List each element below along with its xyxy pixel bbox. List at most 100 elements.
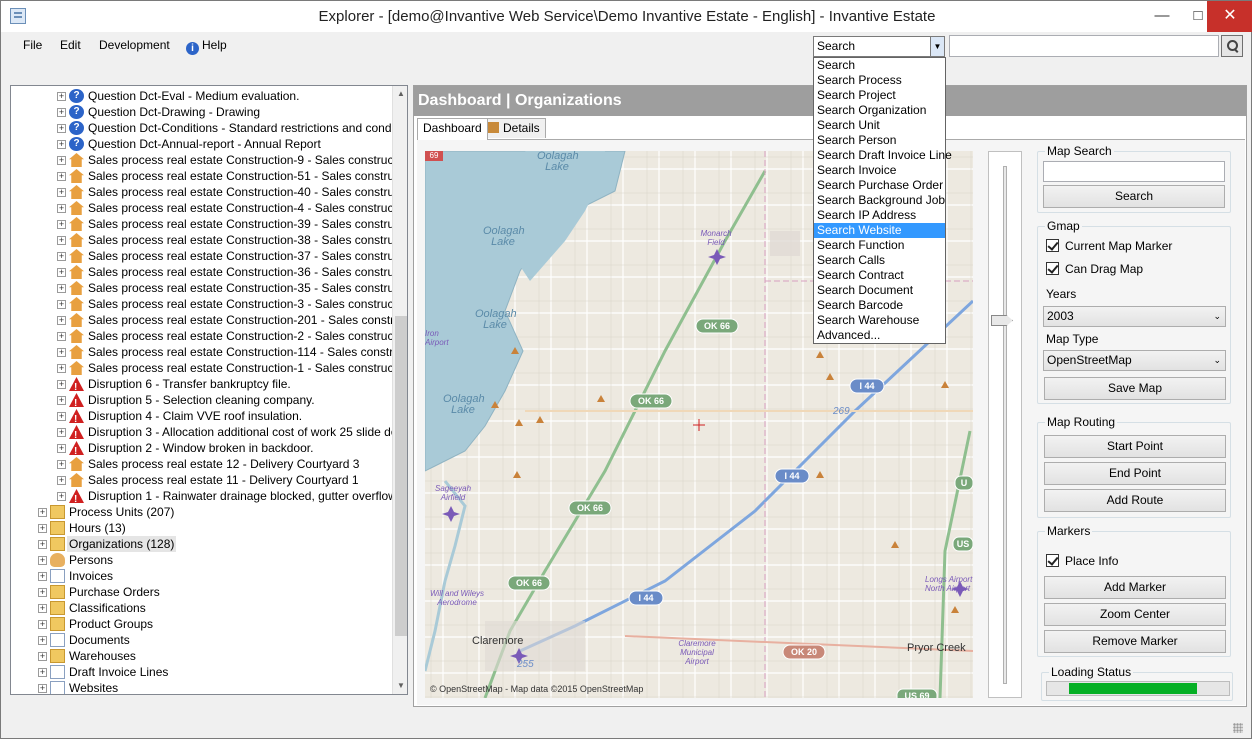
dropdown-option[interactable]: Search Barcode bbox=[814, 298, 945, 313]
scroll-up-icon[interactable]: ▲ bbox=[393, 86, 407, 102]
resize-grip-icon[interactable] bbox=[1233, 723, 1243, 733]
expand-icon[interactable]: + bbox=[57, 220, 66, 229]
expand-icon[interactable]: + bbox=[57, 284, 66, 293]
minimize-button[interactable]: — bbox=[1144, 1, 1180, 32]
dropdown-option[interactable]: Search Organization bbox=[814, 103, 945, 118]
dropdown-option[interactable]: Search Project bbox=[814, 88, 945, 103]
dropdown-option[interactable]: Search Function bbox=[814, 238, 945, 253]
add-marker-button[interactable]: Add Marker bbox=[1044, 576, 1226, 599]
expand-icon[interactable]: + bbox=[38, 572, 47, 581]
expand-icon[interactable]: + bbox=[57, 316, 66, 325]
expand-icon[interactable]: + bbox=[57, 156, 66, 165]
dropdown-option[interactable]: Search Person bbox=[814, 133, 945, 148]
map-search-input[interactable] bbox=[1043, 161, 1225, 182]
zoom-center-button[interactable]: Zoom Center bbox=[1044, 603, 1226, 626]
folder-icon bbox=[50, 505, 65, 519]
expand-icon[interactable]: + bbox=[57, 332, 66, 341]
tree-item-label: Documents bbox=[69, 633, 130, 647]
dropdown-option[interactable]: Search Draft Invoice Line bbox=[814, 148, 952, 163]
menu-development[interactable]: Development bbox=[99, 38, 170, 52]
expand-icon[interactable]: + bbox=[57, 124, 66, 133]
scroll-down-icon[interactable]: ▼ bbox=[393, 678, 407, 694]
expand-icon[interactable]: + bbox=[38, 620, 47, 629]
menu-file[interactable]: File bbox=[23, 38, 42, 52]
house-icon bbox=[69, 457, 84, 471]
remove-marker-button[interactable]: Remove Marker bbox=[1044, 630, 1226, 653]
dropdown-option[interactable]: Search Process bbox=[814, 73, 945, 88]
expand-icon[interactable]: + bbox=[38, 668, 47, 677]
chevron-down-icon[interactable]: ▼ bbox=[930, 37, 944, 56]
expand-icon[interactable]: + bbox=[57, 92, 66, 101]
menu-edit[interactable]: Edit bbox=[60, 38, 81, 52]
map-route-number: 269 bbox=[833, 406, 850, 417]
expand-icon[interactable]: + bbox=[38, 540, 47, 549]
menu-help[interactable]: i Help bbox=[186, 38, 227, 55]
expand-icon[interactable]: + bbox=[57, 140, 66, 149]
expand-icon[interactable]: + bbox=[57, 204, 66, 213]
expand-icon[interactable]: + bbox=[57, 412, 66, 421]
search-icon[interactable] bbox=[1221, 35, 1243, 57]
expand-icon[interactable]: + bbox=[57, 428, 66, 437]
expand-icon[interactable]: + bbox=[38, 508, 47, 517]
map-search-button[interactable]: Search bbox=[1043, 185, 1225, 208]
dropdown-option[interactable]: Search Document bbox=[814, 283, 945, 298]
dropdown-option[interactable]: Search IP Address bbox=[814, 208, 945, 223]
dropdown-option[interactable]: Advanced... bbox=[814, 328, 945, 343]
expand-icon[interactable]: + bbox=[57, 300, 66, 309]
expand-icon[interactable]: + bbox=[38, 556, 47, 565]
details-icon bbox=[487, 122, 499, 133]
add-route-button[interactable]: Add Route bbox=[1044, 489, 1226, 512]
zoom-handle[interactable] bbox=[991, 315, 1013, 326]
zoom-slider[interactable] bbox=[988, 151, 1022, 698]
expand-icon[interactable]: + bbox=[57, 460, 66, 469]
expand-icon[interactable]: + bbox=[38, 636, 47, 645]
place-info-checkbox[interactable]: Place Info bbox=[1046, 554, 1118, 568]
expand-icon[interactable]: + bbox=[57, 252, 66, 261]
dropdown-option[interactable]: Search Contract bbox=[814, 268, 945, 283]
expand-icon[interactable]: + bbox=[57, 188, 66, 197]
dropdown-option[interactable]: Search bbox=[814, 58, 945, 73]
checkbox-checked-icon[interactable] bbox=[1046, 262, 1059, 275]
expand-icon[interactable]: + bbox=[38, 652, 47, 661]
close-button[interactable]: ✕ bbox=[1207, 1, 1252, 32]
dropdown-option[interactable]: Search Purchase Order bbox=[814, 178, 945, 193]
dropdown-option[interactable]: Search Warehouse bbox=[814, 313, 945, 328]
expand-icon[interactable]: + bbox=[57, 492, 66, 501]
expand-icon[interactable]: + bbox=[57, 172, 66, 181]
checkbox-checked-icon[interactable] bbox=[1046, 554, 1059, 567]
tree-vertical-scrollbar[interactable]: ▲ ▼ bbox=[392, 86, 407, 694]
expand-icon[interactable]: + bbox=[57, 236, 66, 245]
expand-icon[interactable]: + bbox=[57, 348, 66, 357]
start-point-button[interactable]: Start Point bbox=[1044, 435, 1226, 458]
expand-icon[interactable]: + bbox=[57, 380, 66, 389]
expand-icon[interactable]: + bbox=[38, 604, 47, 613]
can-drag-checkbox[interactable]: Can Drag Map bbox=[1046, 262, 1143, 276]
expand-icon[interactable]: + bbox=[57, 364, 66, 373]
dropdown-option[interactable]: Search Calls bbox=[814, 253, 945, 268]
dropdown-option[interactable]: Search Invoice bbox=[814, 163, 945, 178]
dropdown-option[interactable]: Search Background Job bbox=[814, 193, 945, 208]
current-marker-checkbox[interactable]: Current Map Marker bbox=[1046, 239, 1172, 253]
save-map-button[interactable]: Save Map bbox=[1044, 377, 1226, 400]
tab-dashboard[interactable]: Dashboard bbox=[417, 118, 488, 140]
dropdown-option-highlighted[interactable]: Search Website bbox=[814, 223, 945, 238]
expand-icon[interactable]: + bbox=[57, 476, 66, 485]
explorer-tree[interactable]: +? Question Dct-Eval - Medium evaluation.… bbox=[10, 85, 408, 695]
search-type-combo[interactable]: Search ▼ bbox=[813, 36, 945, 57]
search-input[interactable] bbox=[949, 35, 1219, 57]
expand-icon[interactable]: + bbox=[57, 108, 66, 117]
years-select[interactable]: 2003 ⌄ bbox=[1043, 306, 1226, 327]
expand-icon[interactable]: + bbox=[57, 444, 66, 453]
expand-icon[interactable]: + bbox=[57, 396, 66, 405]
map-credit: © OpenStreetMap - Map data ©2015 OpenStr… bbox=[430, 684, 644, 694]
expand-icon[interactable]: + bbox=[57, 268, 66, 277]
expand-icon[interactable]: + bbox=[38, 588, 47, 597]
expand-icon[interactable]: + bbox=[38, 524, 47, 533]
checkbox-checked-icon[interactable] bbox=[1046, 239, 1059, 252]
tab-details[interactable]: Details bbox=[481, 118, 546, 138]
map-type-select[interactable]: OpenStreetMap ⌄ bbox=[1043, 350, 1226, 371]
dropdown-option[interactable]: Search Unit bbox=[814, 118, 945, 133]
expand-icon[interactable]: + bbox=[38, 684, 47, 693]
scrollbar-thumb[interactable] bbox=[395, 316, 407, 636]
end-point-button[interactable]: End Point bbox=[1044, 462, 1226, 485]
